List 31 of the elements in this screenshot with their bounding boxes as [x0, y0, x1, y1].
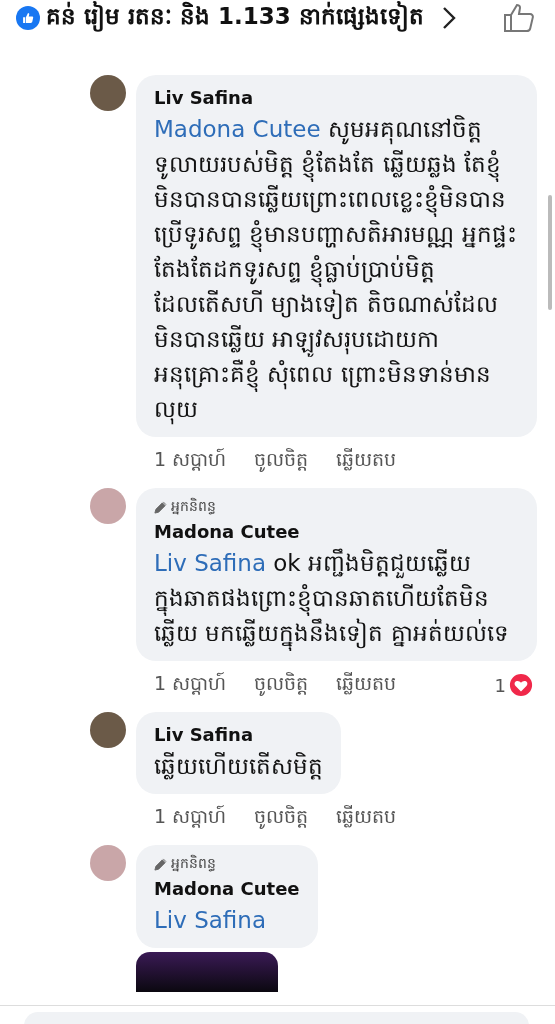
avatar[interactable] — [90, 712, 126, 748]
author-name[interactable]: Liv Safina — [154, 721, 323, 749]
like-link[interactable]: ចូលចិត្ត — [254, 447, 309, 475]
avatar[interactable] — [90, 75, 126, 111]
comment-text: Liv Safina ok អញ្ជឹងមិត្តជួយឆ្លើយក្នុងឆាតផងព្រោះខ្ញុំបានឆាតហើយតែមិនឆ្លើយ មកឆ្លើយក្នុងនឹងទៀត គ្នាអត់យល់ទេ — [154, 546, 519, 651]
thumbs-up-icon[interactable] — [503, 3, 535, 33]
pencil-icon — [154, 858, 167, 871]
chevron-right-icon[interactable] — [441, 6, 456, 30]
like-link[interactable]: ចូលចិត្ត — [254, 671, 309, 699]
timestamp: 1 សប្តាហ៍ — [154, 671, 227, 697]
timestamp: 1 សប្តាហ៍ — [154, 804, 227, 830]
author-name[interactable]: Madona Cutee — [154, 875, 300, 903]
author-name[interactable]: Madona Cutee — [154, 518, 519, 546]
author-name[interactable]: Liv Safina — [154, 84, 519, 112]
reactions-summary[interactable]: គន់ រៀម រតនៈ និង 1.133 នាក់ផ្សេងទៀត — [46, 1, 424, 35]
reply-link[interactable]: ឆ្លើយតប — [336, 671, 397, 699]
author-label: អ្នកនិពន្ធ — [171, 854, 216, 874]
mention-link[interactable]: Liv Safina — [154, 550, 266, 576]
pencil-icon — [154, 501, 167, 514]
mention-link[interactable]: Liv Safina — [154, 907, 266, 933]
heart-reaction-icon — [508, 672, 534, 698]
timestamp: 1 សប្តាហ៍ — [154, 447, 227, 473]
comment-text: Madona Cutee សូមអគុណនៅចិត្តទូលាយរបស់មិត្ត ខ្ញុំតែងតែ ឆ្លើយឆ្លង តែខ្ញុំមិនបានបានឆ្លើយព្រោះពេលខ្លេះខ្ញុំមិនបានប្រើទូរសព្ទ ខ្ញុំមានបញ្ហាសតិអារមណ្ណ អ្នកផ្ទះតែងតែដកទូរសព្ទ ខ្ញុំធ្លាប់ប្រាប់មិត្ត ដែលតើសហី ម្យាងទៀត តិចណាស់ដែល មិនបានឆ្លើយ អាឡូវសរុបដោយកា អនុគ្រោះគឺខ្ញុំ សុំពេល ព្រោះមិនទាន់មាន លុយ — [154, 112, 519, 427]
mention-link[interactable]: Madona Cutee — [154, 116, 321, 142]
author-label: អ្នកនិពន្ធ — [171, 497, 216, 517]
reply-link[interactable]: ឆ្លើយតប — [336, 447, 397, 475]
like-link[interactable]: ចូលចិត្ត — [254, 804, 309, 832]
comment-text: ឆ្លើយហើយតើសមិត្ត — [154, 751, 323, 782]
like-reaction-icon — [16, 6, 40, 30]
reply-link[interactable]: ឆ្លើយតប — [336, 804, 397, 832]
reaction-count: 1 — [494, 674, 506, 696]
